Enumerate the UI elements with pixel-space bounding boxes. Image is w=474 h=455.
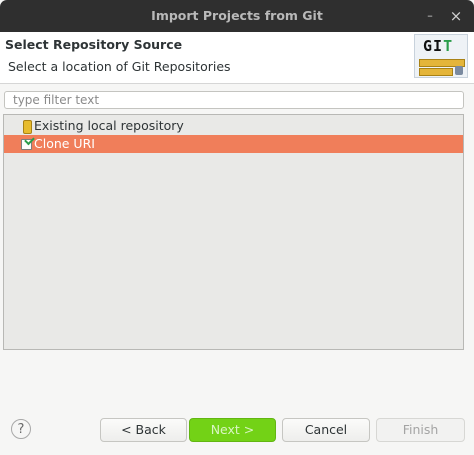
minimize-icon[interactable]: – <box>423 9 437 23</box>
logo-text-right: T <box>443 37 454 55</box>
next-button[interactable]: Next > <box>189 418 276 442</box>
list-item-clone-uri[interactable]: Clone URI <box>4 135 463 153</box>
finish-button[interactable]: Finish <box>376 418 465 442</box>
title-bar[interactable]: Import Projects from Git – × <box>0 0 474 32</box>
cancel-button[interactable]: Cancel <box>282 418 370 442</box>
page-title: Select Repository Source <box>5 37 183 52</box>
wizard-header: Select Repository Source Select a locati… <box>0 32 474 84</box>
list-item-existing-local-repository[interactable]: Existing local repository <box>4 117 463 135</box>
logo-text-left: GI <box>423 37 444 55</box>
clone-icon <box>21 139 32 150</box>
list-item-label: Clone URI <box>34 136 95 151</box>
close-icon[interactable]: × <box>449 9 463 24</box>
window-title: Import Projects from Git <box>151 8 323 23</box>
repository-source-list[interactable]: Existing local repository Clone URI <box>3 114 464 350</box>
page-description: Select a location of Git Repositories <box>8 59 231 74</box>
filter-input[interactable] <box>4 91 464 109</box>
import-projects-dialog: Import Projects from Git – × Select Repo… <box>0 0 474 455</box>
back-button[interactable]: < Back <box>100 418 187 442</box>
repository-icon <box>23 120 32 134</box>
git-logo-icon: GIT <box>414 34 468 78</box>
help-icon[interactable]: ? <box>11 419 31 439</box>
list-item-label: Existing local repository <box>34 118 184 133</box>
